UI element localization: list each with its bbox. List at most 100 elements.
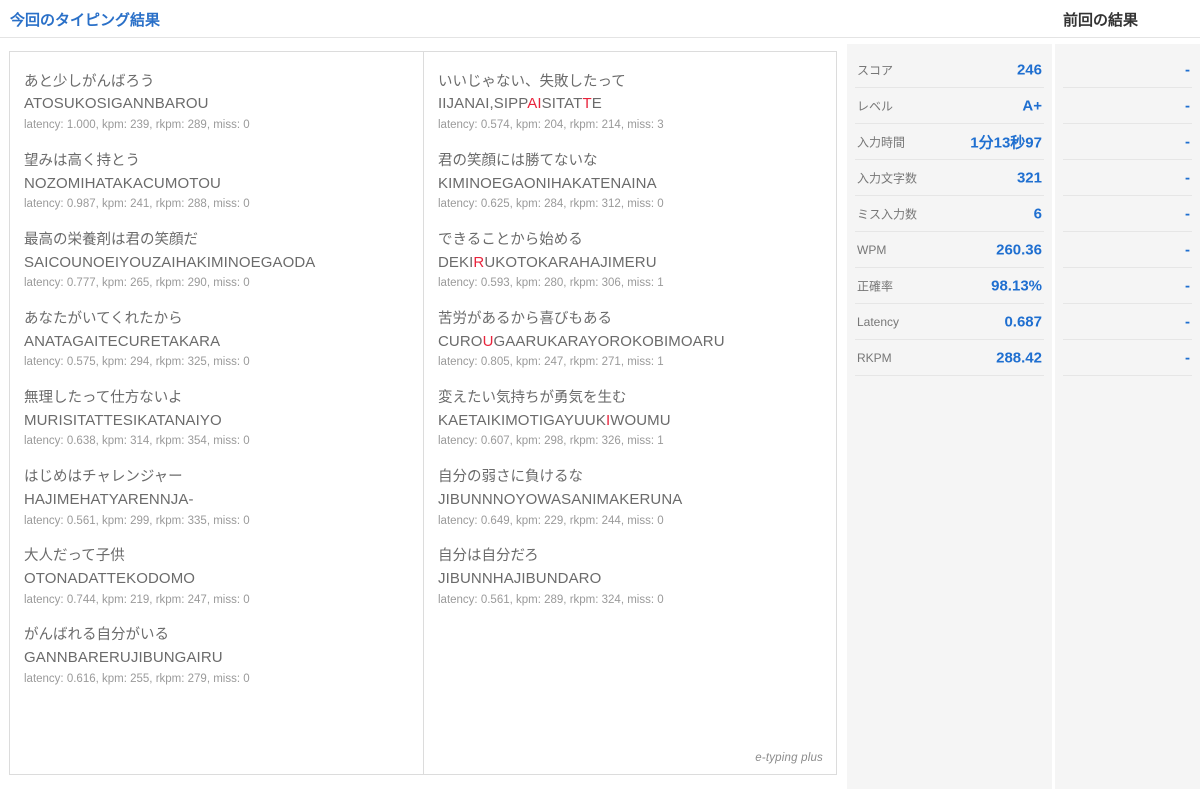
result-romaji-text: JIBUNNNOYOWASANIMAKERUNA [438, 489, 823, 511]
result-item: 変えたい気持ちが勇気を生む KAETAIKIMOTIGAYUUKIWOUMU lat… [424, 380, 837, 459]
romaji-segment: ATOSUKOSIGANNBAROU [24, 95, 209, 113]
result-kana-text: いいじゃない、失敗したって [438, 74, 626, 90]
romaji-miss-segment: U [482, 332, 494, 350]
results-column-right: いいじゃない、失敗したって IIJANAI,SIPPAISITATTE latenc… [424, 52, 837, 774]
result-item: あなたがいてくれたから ANATAGAITECURETAKARA latency: … [10, 301, 423, 380]
stat-label: 入力文字数 [857, 171, 918, 185]
stat-value: 321 [1016, 169, 1042, 186]
current-stats-panel: スコア 246 レベル A+ 入力時間 1分13秒97 入力文字数 321 ミス入力数 6 WPM 2… [847, 44, 1052, 789]
result-item: あと少しがんばろう ATOSUKOSIGANNBAROU latency: 1.00… [10, 64, 423, 143]
result-kana-text: 自分の弱さに負けるな [438, 469, 583, 486]
romaji-segment: MURISITATTESIKATANAIYO [24, 411, 222, 429]
result-metrics-text: latency: 0.607, kpm: 298, rkpm: 326, mis… [438, 435, 664, 448]
stat-label: WPM [857, 242, 887, 257]
result-item: はじめはチャレンジャー HAJIMEHATYARENNJA-latency: 0.… [10, 459, 423, 538]
romaji-segment: UKOTOKARAHAJIMERU [484, 253, 657, 271]
stat-row: ミス入力数 6 [855, 196, 1044, 232]
page-header: 今回のタイピング結果 前回の結果 [0, 0, 1200, 38]
stat-value: - [1185, 133, 1190, 150]
result-metrics-text: latency: 0.593, kpm: 280, rkpm: 306, mis… [438, 277, 664, 290]
stat-row: 正確率 98.13% [855, 268, 1044, 304]
result-item: いいじゃない、失敗したって IIJANAI,SIPPAISITATTE latenc… [424, 64, 837, 143]
result-metrics-text: latency: 0.638, kpm: 314, rkpm: 354, mis… [24, 435, 250, 448]
result-metrics-text: latency: 0.744, kpm: 219, rkpm: 247, mis… [24, 593, 250, 606]
stat-value: 6 [1033, 205, 1042, 222]
stat-row: 入力文字数 321 [855, 160, 1044, 196]
stat-row: 入力時間 1分13秒97 [855, 124, 1044, 160]
romaji-segment: GAARUKARAYOROKOBIMOARU [493, 332, 725, 350]
result-item: 最高の栄養剤は君の笑顔だ SAICOUNOEIYOUZAIHAKIMINOEGAO… [10, 222, 423, 301]
stat-value: 246 [1016, 61, 1042, 78]
stat-value: - [1185, 241, 1190, 258]
result-romaji-text: DEKIRUKOTOKARAHAJIMERU [438, 252, 823, 274]
result-item: 無理したって仕方ないよ MURISITATTESIKATANAIYO latency… [10, 380, 423, 459]
romaji-segment: E [591, 95, 602, 113]
stat-row: - [1063, 340, 1192, 376]
stat-value: 98.13% [991, 277, 1042, 294]
brand-label: e-typing plus [755, 752, 823, 764]
stat-row: - [1063, 304, 1192, 340]
results-column-left: あと少しがんばろう ATOSUKOSIGANNBAROU latency: 1.00… [10, 52, 423, 774]
result-kana-text: あなたがいてくれたから [24, 311, 183, 328]
result-metrics-text: latency: 1.000, kpm: 239, rkpm: 289, mis… [24, 119, 250, 132]
stat-value: 0.687 [1004, 313, 1042, 330]
stat-row: WPM 260.36 [855, 232, 1044, 268]
result-item: がんばれる自分がいる GANNBARERUJIBUNGAIRU latency: 0… [10, 617, 423, 696]
result-item: 君の笑顔には勝てないな KIMINOEGAONIHAKATENAINA latenc… [424, 143, 837, 222]
result-romaji-text: KIMINOEGAONIHAKATENAINA [438, 173, 823, 195]
romaji-segment: HAJIMEHATYARENNJA- [24, 490, 194, 508]
stat-row: スコア 246 [855, 52, 1044, 88]
result-romaji-text: NOZOMIHATAKACUMOTOU [24, 173, 409, 195]
stat-value: A+ [1022, 97, 1042, 114]
stat-row: - [1063, 232, 1192, 268]
stat-row: - [1063, 124, 1192, 160]
result-kana-text: 変えたい気持ちが勇気を生む [438, 390, 627, 407]
romaji-segment: NOZOMIHATAKACUMOTOU [24, 174, 221, 192]
result-metrics-text: latency: 0.987, kpm: 241, rkpm: 288, mis… [24, 198, 250, 211]
previous-stats-panel: - - - - - - - - - [1055, 44, 1200, 789]
romaji-segment: WOUMU [610, 411, 671, 429]
stat-value: - [1185, 61, 1190, 78]
stat-label: レベル [857, 99, 894, 113]
stat-label: スコア [857, 63, 894, 77]
result-kana-text: あと少しがんばろう [24, 74, 155, 90]
result-item: 自分は自分だろ JIBUNNHAJIBUNDARO latency: 0.561, … [424, 538, 837, 617]
romaji-segment: ANATAGAITECURETAKARA [24, 332, 221, 350]
typing-results-panel: あと少しがんばろう ATOSUKOSIGANNBAROU latency: 1.00… [9, 51, 837, 775]
stat-row: - [1063, 88, 1192, 124]
result-romaji-text: GANNBARERUJIBUNGAIRU [24, 647, 409, 669]
result-metrics-text: latency: 0.777, kpm: 265, rkpm: 290, mis… [24, 277, 250, 290]
result-kana-text: 自分は自分だろ [438, 548, 539, 565]
romaji-segment: JIBUNNNOYOWASANIMAKERUNA [438, 490, 683, 508]
romaji-segment: KIMINOEGAONIHAKATENAINA [438, 174, 657, 192]
romaji-segment: DEKI [438, 253, 474, 271]
result-romaji-text: HAJIMEHATYARENNJA- [24, 489, 409, 511]
result-kana-text: 最高の栄養剤は君の笑顔だ [24, 232, 198, 249]
stat-value: - [1185, 205, 1190, 222]
result-romaji-text: MURISITATTESIKATANAIYO [24, 410, 409, 432]
stat-row: Latency 0.687 [855, 304, 1044, 340]
stat-value: - [1185, 277, 1190, 294]
romaji-segment: JIBUNNHAJIBUNDARO [438, 569, 602, 587]
stat-value: 260.36 [996, 241, 1042, 258]
romaji-miss-segment: T [582, 95, 592, 113]
romaji-segment: IIJANAI,SIPP [438, 95, 528, 113]
result-kana-text: 苦労があるから喜びもある [438, 311, 612, 328]
result-item: 自分の弱さに負けるな JIBUNNNOYOWASANIMAKERUNA latenc… [424, 459, 837, 538]
stat-value: 1分13秒97 [970, 134, 1042, 151]
result-romaji-text: JIBUNNHAJIBUNDARO [438, 568, 823, 590]
stat-label: ミス入力数 [857, 207, 918, 221]
stat-label: Latency [857, 314, 900, 329]
result-metrics-text: latency: 0.616, kpm: 255, rkpm: 279, mis… [24, 672, 250, 685]
romaji-segment: SITAT [541, 95, 583, 113]
stat-row: - [1063, 52, 1192, 88]
romaji-segment: OTONADATTEKODOMO [24, 569, 196, 587]
result-kana-text: はじめはチャレンジャー [24, 469, 183, 486]
current-result-heading: 今回のタイピング結果 [10, 12, 161, 29]
stat-row: RKPM 288.42 [855, 340, 1044, 376]
result-romaji-text: OTONADATTEKODOMO [24, 568, 409, 590]
stat-value: - [1185, 97, 1190, 114]
stat-label: 入力時間 [857, 135, 906, 149]
result-romaji-text: IIJANAI,SIPPAISITATTE [438, 93, 823, 115]
stat-label: RKPM [857, 350, 892, 365]
